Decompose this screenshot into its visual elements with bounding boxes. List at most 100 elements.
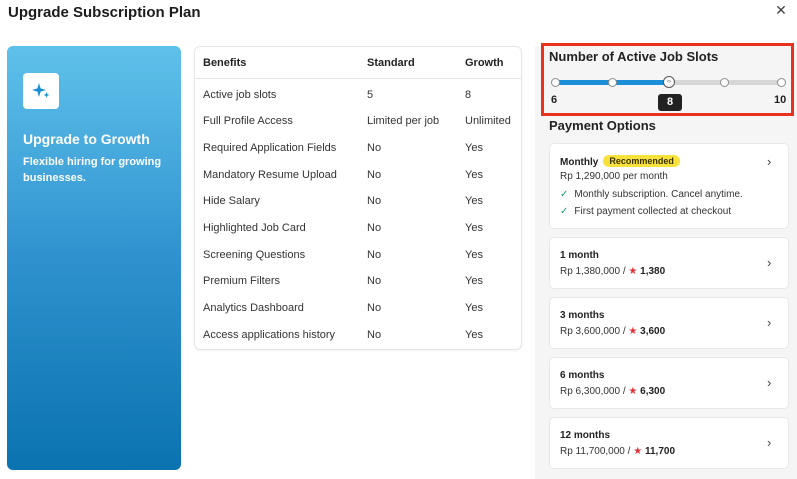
plan-name: 1 month [560, 250, 599, 261]
standard-value: Limited per job [367, 115, 440, 127]
standard-value: No [367, 195, 382, 207]
feature-text: Monthly subscription. Cancel anytime. [574, 189, 743, 200]
benefit-name: Required Application Fields [203, 142, 337, 154]
table-row: Required Application Fields No Yes [195, 135, 521, 161]
growth-value: Yes [465, 329, 483, 341]
benefit-name: Analytics Dashboard [203, 302, 304, 314]
plan-price-value: Rp 11,700,000 / [560, 446, 631, 457]
slider-step-6[interactable] [551, 78, 560, 87]
chevron-right-icon: › [767, 154, 772, 169]
plan-points: 1,380 [640, 266, 666, 277]
plan-name: 12 months [560, 430, 611, 441]
table-row: Full Profile Access Limited per job Unlimi… [195, 108, 521, 134]
table-row: Premium Filters No Yes [195, 268, 521, 294]
plan-monthly[interactable]: Monthly Recommended Rp 1,290,000 per mont… [549, 143, 789, 229]
upgrade-hero-panel: Upgrade to Growth Flexible hiring for gr… [7, 46, 181, 470]
check-icon: ✓ [560, 206, 569, 217]
plan-price: Rp 1,380,000 / ★ 1,380 [560, 266, 665, 277]
slider-handle[interactable]: ‹› [663, 76, 675, 88]
chevron-right-icon: › [767, 315, 772, 330]
chevron-right-icon: › [767, 435, 772, 450]
job-slots-title: Number of Active Job Slots [549, 49, 719, 64]
feature-item: ✓ First payment collected at checkout [560, 206, 731, 217]
plan-price-value: Rp 1,380,000 / [560, 266, 626, 277]
benefit-name: Screening Questions [203, 249, 306, 261]
sparkles-icon [23, 73, 59, 109]
slider-step-9[interactable] [720, 78, 729, 87]
plan-price: Rp 6,300,000 / ★ 6,300 [560, 386, 665, 397]
growth-value: Yes [465, 169, 483, 181]
dialog-title: Upgrade Subscription Plan [8, 4, 201, 21]
table-row: Highlighted Job Card No Yes [195, 215, 521, 241]
star-icon: ★ [633, 446, 643, 457]
plan-points: 11,700 [644, 446, 676, 457]
plan-points: 6,300 [640, 386, 666, 397]
benefit-name: Access applications history [203, 329, 336, 341]
slider-min-label: 6 [551, 94, 558, 106]
growth-value: Yes [465, 275, 483, 287]
plan-price: Rp 1,290,000 per month [560, 171, 668, 182]
benefit-name: Premium Filters [203, 275, 281, 287]
benefit-name: Hide Salary [203, 195, 260, 207]
chevron-right-icon: › [767, 255, 772, 270]
growth-value: Yes [465, 142, 483, 154]
table-row: Access applications history No Yes [195, 322, 521, 348]
hero-title: Upgrade to Growth [23, 131, 150, 147]
benefits-table: Benefits Standard Growth Active job slot… [194, 46, 522, 350]
table-row: Analytics Dashboard No Yes [195, 295, 521, 321]
standard-value: No [367, 302, 382, 314]
star-icon: ★ [628, 386, 638, 397]
header-growth: Growth [465, 57, 504, 69]
slider-step-7[interactable] [608, 78, 617, 87]
slider-step-10[interactable] [777, 78, 786, 87]
star-icon: ★ [628, 266, 638, 277]
plan-price: Rp 3,600,000 / ★ 3,600 [560, 326, 665, 337]
benefit-name: Active job slots [203, 89, 277, 101]
plan-name: Monthly Recommended [560, 155, 680, 168]
growth-value: 8 [465, 89, 472, 101]
check-icon: ✓ [560, 189, 569, 200]
growth-value: Yes [465, 249, 483, 261]
growth-value: Yes [465, 195, 483, 207]
table-row: Active job slots 5 8 [195, 82, 521, 108]
standard-value: No [367, 275, 382, 287]
growth-value: Unlimited [465, 115, 511, 127]
close-icon[interactable]: ✕ [774, 2, 788, 19]
plan-option[interactable]: 3 months Rp 3,600,000 / ★ 3,600 › [549, 297, 789, 349]
plan-monthly-name: Monthly [560, 157, 599, 168]
feature-text: First payment collected at checkout [574, 206, 732, 217]
benefit-name: Mandatory Resume Upload [203, 169, 337, 181]
header-standard: Standard [367, 57, 415, 69]
benefit-name: Highlighted Job Card [203, 222, 306, 234]
slider-value-tooltip: 8 [658, 94, 682, 111]
standard-value: No [367, 142, 382, 154]
plan-price-value: Rp 3,600,000 / [560, 326, 626, 337]
standard-value: 5 [367, 89, 374, 101]
growth-value: Yes [465, 302, 483, 314]
plan-name: 6 months [560, 370, 605, 381]
benefit-name: Full Profile Access [203, 115, 293, 127]
star-icon: ★ [628, 326, 638, 337]
feature-item: ✓ Monthly subscription. Cancel anytime. [560, 189, 743, 200]
plan-name: 3 months [560, 310, 605, 321]
plan-price: Rp 11,700,000 / ★ 11,700 [560, 446, 675, 457]
standard-value: No [367, 249, 382, 261]
chevron-right-icon: › [767, 375, 772, 390]
plan-points: 3,600 [640, 326, 666, 337]
table-row: Mandatory Resume Upload No Yes [195, 162, 521, 188]
hero-subtitle: Flexible hiring for growing businesses. [23, 156, 162, 184]
standard-value: No [367, 169, 382, 181]
standard-value: No [367, 329, 382, 341]
table-row: Screening Questions No Yes [195, 242, 521, 268]
plan-option[interactable]: 6 months Rp 6,300,000 / ★ 6,300 › [549, 357, 789, 409]
table-row: Hide Salary No Yes [195, 188, 521, 214]
plan-price-value: Rp 6,300,000 / [560, 386, 626, 397]
slider-max-label: 10 [774, 94, 787, 106]
recommended-badge: Recommended [603, 155, 680, 167]
payment-options-title: Payment Options [549, 118, 656, 133]
plan-option[interactable]: 12 months Rp 11,700,000 / ★ 11,700 › [549, 417, 789, 469]
growth-value: Yes [465, 222, 483, 234]
table-divider [195, 78, 521, 79]
plan-option[interactable]: 1 month Rp 1,380,000 / ★ 1,380 › [549, 237, 789, 289]
header-benefits: Benefits [203, 57, 247, 69]
